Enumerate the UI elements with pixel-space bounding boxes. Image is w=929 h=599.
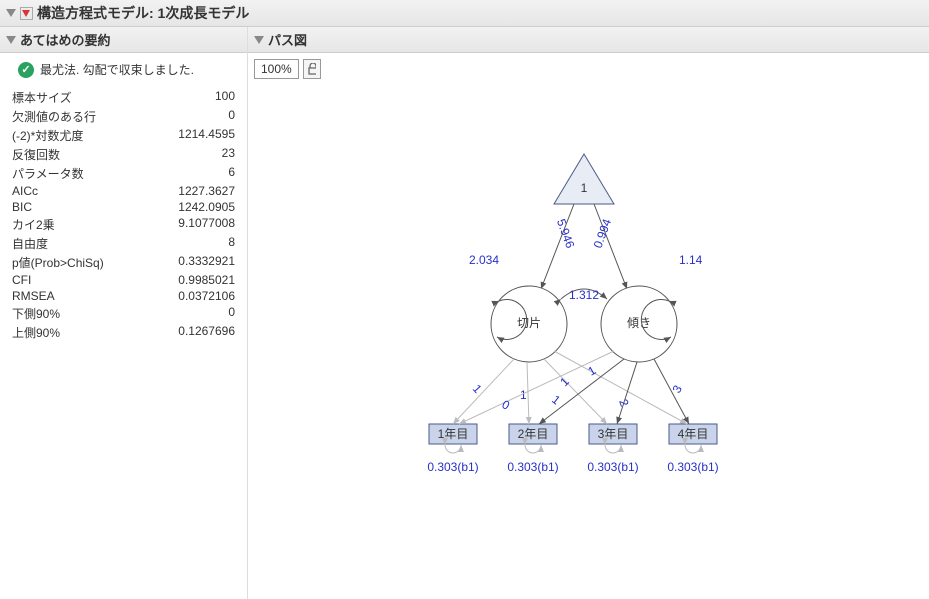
latent-slope-label: 傾き xyxy=(626,316,650,330)
edge-label: 1.14 xyxy=(679,253,703,267)
svg-text:2: 2 xyxy=(616,397,632,408)
page-title: 構造方程式モデル: 1次成長モデル xyxy=(37,3,249,23)
table-row: RMSEA0.0372106 xyxy=(12,288,235,304)
svg-text:0: 0 xyxy=(499,397,512,413)
fit-stats-table: 標本サイズ100 欠測値のある行0 (-2)*対数尤度1214.4595 反復回… xyxy=(12,88,235,342)
observed-node-2[interactable]: 2年目 xyxy=(509,424,557,444)
table-row: パラメータ数6 xyxy=(12,164,235,183)
hotspot-menu-button[interactable] xyxy=(20,7,33,20)
table-row: (-2)*対数尤度1214.4595 xyxy=(12,126,235,145)
edge-label: 2.034 xyxy=(469,253,499,267)
svg-text:3年目: 3年目 xyxy=(597,427,628,441)
table-row: 上側90%0.1267696 xyxy=(12,323,235,342)
table-row: 下側90%0 xyxy=(12,304,235,323)
error-label: 0.303(b1) xyxy=(667,460,718,474)
table-row: 自由度8 xyxy=(12,234,235,253)
table-row: 反復回数23 xyxy=(12,145,235,164)
red-triangle-icon xyxy=(22,10,30,17)
edge-label: 0.994 xyxy=(590,217,614,250)
table-row: 標本サイズ100 xyxy=(12,88,235,107)
observed-node-4[interactable]: 4年目 xyxy=(669,424,717,444)
collapse-triangle-icon[interactable] xyxy=(6,9,16,17)
svg-text:3: 3 xyxy=(669,382,685,395)
collapse-triangle-icon[interactable] xyxy=(254,36,264,44)
table-row: CFI0.9985021 xyxy=(12,272,235,288)
error-label: 0.303(b1) xyxy=(427,460,478,474)
sem-path-diagram[interactable]: 1 5.946 0.994 切片 傾き 2.034 1.14 1.312 xyxy=(369,89,809,529)
constant-label: 1 xyxy=(580,181,587,195)
path-diagram-header: パス図 xyxy=(248,27,929,53)
collapse-triangle-icon[interactable] xyxy=(6,36,16,44)
table-row: 欠測値のある行0 xyxy=(12,107,235,126)
path-diagram-panel: パス図 100% 1 xyxy=(248,27,929,599)
error-label: 0.303(b1) xyxy=(507,460,558,474)
lock-icon xyxy=(308,63,316,75)
convergence-status: ✓ 最尤法. 勾配で収束しました. xyxy=(18,61,235,78)
summary-header-label: あてはめの要約 xyxy=(20,30,110,49)
svg-text:2年目: 2年目 xyxy=(517,427,548,441)
convergence-text: 最尤法. 勾配で収束しました. xyxy=(40,61,194,78)
svg-text:1年目: 1年目 xyxy=(437,427,468,441)
table-row: AICc1227.3627 xyxy=(12,183,235,199)
check-circle-icon: ✓ xyxy=(18,62,34,78)
table-row: BIC1242.0905 xyxy=(12,199,235,215)
observed-node-3[interactable]: 3年目 xyxy=(589,424,637,444)
lock-button[interactable] xyxy=(303,59,321,79)
path-diagram-header-label: パス図 xyxy=(268,30,307,49)
main-title-bar: 構造方程式モデル: 1次成長モデル xyxy=(0,0,929,27)
summary-panel: あてはめの要約 ✓ 最尤法. 勾配で収束しました. 標本サイズ100 欠測値のあ… xyxy=(0,27,248,599)
observed-node-1[interactable]: 1年目 xyxy=(429,424,477,444)
table-row: p値(Prob>ChiSq)0.3332921 xyxy=(12,253,235,272)
summary-header: あてはめの要約 xyxy=(0,27,247,53)
edge-label: 1.312 xyxy=(568,288,598,302)
zoom-level[interactable]: 100% xyxy=(254,59,299,79)
svg-text:1: 1 xyxy=(549,392,563,407)
svg-text:1: 1 xyxy=(469,382,484,397)
constant-node[interactable] xyxy=(554,154,614,204)
svg-text:1: 1 xyxy=(585,363,598,379)
error-label: 0.303(b1) xyxy=(587,460,638,474)
latent-intercept-label: 切片 xyxy=(516,316,540,330)
svg-text:4年目: 4年目 xyxy=(677,427,708,441)
table-row: カイ2乗9.1077008 xyxy=(12,215,235,234)
